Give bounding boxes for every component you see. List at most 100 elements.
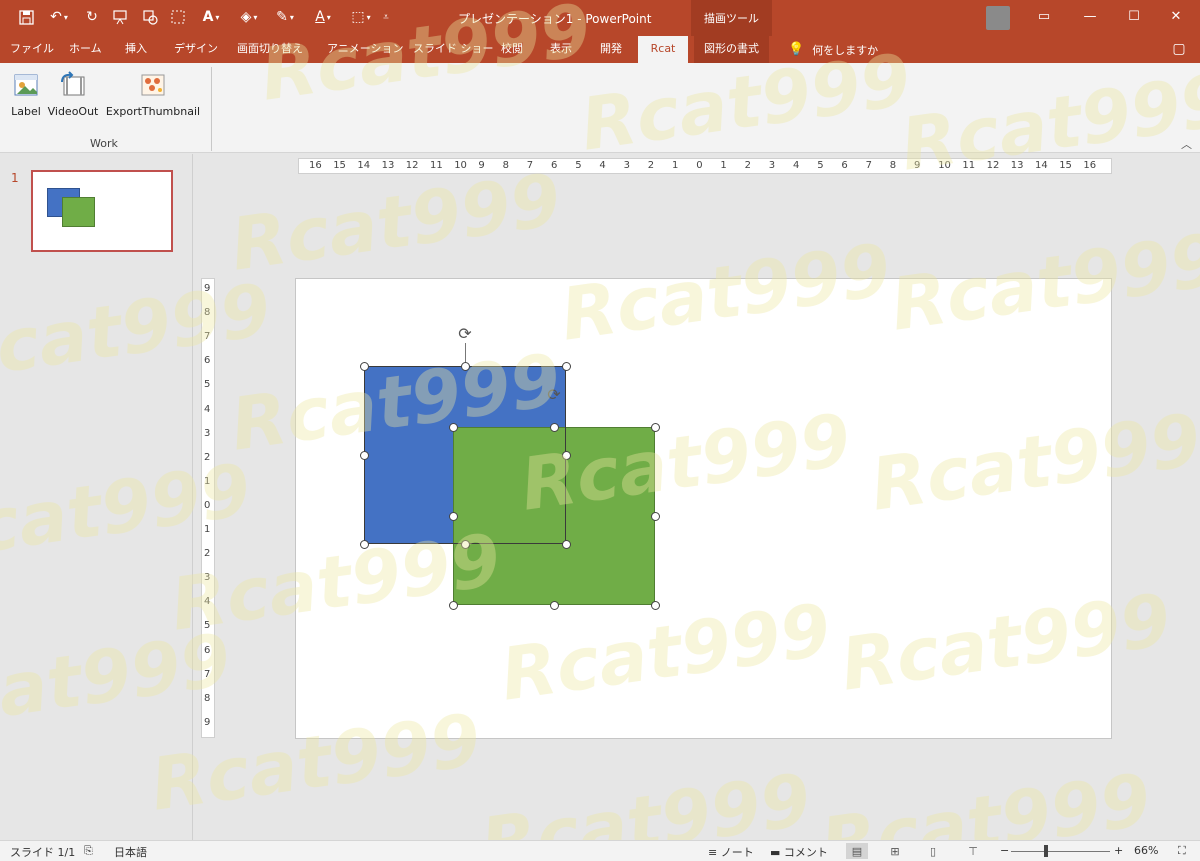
comments-icon[interactable]: ▢	[1168, 39, 1190, 59]
green-resize-handle-e[interactable]	[651, 512, 660, 521]
collapse-ribbon-icon[interactable]: ︿	[1181, 136, 1192, 152]
tab-design[interactable]: デザイン	[164, 36, 228, 63]
ruler-tick-label: 7	[865, 160, 872, 171]
blue-resize-handle-nw[interactable]	[360, 362, 369, 371]
tell-me-search[interactable]: 💡 何をしますか	[788, 36, 878, 63]
text-color-icon[interactable]: A ▾	[308, 6, 338, 28]
tab-shape-format[interactable]: 図形の書式	[694, 36, 769, 63]
ruler-tick-label: 2	[744, 160, 751, 171]
green-resize-handle-ne[interactable]	[651, 423, 660, 432]
slide-indicator[interactable]: スライド 1/1	[10, 844, 75, 860]
tab-view[interactable]: 表示	[540, 36, 582, 63]
green-resize-handle-s[interactable]	[550, 601, 559, 610]
green-rotate-handle-icon[interactable]: ⟳	[544, 384, 564, 404]
ruler-tick-label: 0	[204, 499, 211, 511]
ruler-tick-label: 9	[478, 160, 485, 171]
label-button[interactable]: Label	[8, 68, 44, 123]
pen-icon[interactable]: ✎ ▾	[270, 6, 300, 28]
window-title: プレゼンテーション1 - PowerPoint	[458, 12, 652, 26]
tab-slideshow[interactable]: スライド ショー	[403, 36, 504, 63]
zoom-slider-thumb[interactable]	[1043, 845, 1048, 857]
shape-icon[interactable]	[138, 6, 162, 28]
ruler-tick-label: 10	[454, 160, 467, 171]
blue-resize-handle-e[interactable]	[562, 451, 571, 460]
ruler-tick-label: 6	[551, 160, 558, 171]
accessibility-check-icon[interactable]: ⎘	[84, 844, 93, 858]
blue-resize-handle-n[interactable]	[461, 362, 470, 371]
green-rectangle[interactable]	[453, 427, 655, 605]
slide-thumbnail[interactable]	[31, 170, 173, 252]
select-icon[interactable]: ⬚ ▾	[346, 6, 376, 28]
close-button[interactable]: ✕	[1162, 4, 1190, 28]
blue-rotate-handle-icon[interactable]: ⟳	[455, 323, 475, 343]
blue-resize-handle-sw[interactable]	[360, 540, 369, 549]
horizontal-ruler: 16 15 14 13 12 11 10 9 8 7 6 5 4 3 2 1 0 1 2 3 4 5 6 7 8 9 10 11 12 1…	[298, 158, 1112, 174]
slideshow-view-button[interactable]: ⊤	[962, 843, 984, 859]
vertical-ruler: 9 8 7 6 5 4 3 2 1 0 1 2 3 4 5 6 7 8 9	[201, 278, 215, 738]
ruler-tick-label: 4	[204, 403, 211, 415]
blue-resize-handle-se[interactable]	[562, 540, 571, 549]
tab-transitions[interactable]: 画面切り替え	[227, 36, 313, 63]
ruler-tick-label: 3	[204, 572, 211, 584]
tab-developer[interactable]: 開発	[590, 36, 632, 63]
ruler-tick-label: 14	[1035, 160, 1048, 171]
ruler-tick-label: 12	[986, 160, 1000, 171]
tab-insert[interactable]: 挿入	[115, 36, 157, 63]
slide-editing-area: 16 15 14 13 12 11 10 9 8 7 6 5 4 3 2 1 0 1 2 3 4 5 6 7 8 9 10 11 12 1…	[194, 154, 1200, 840]
reading-view-button[interactable]: ▯	[922, 843, 944, 859]
font-color-icon[interactable]: A ▾	[196, 6, 226, 28]
tab-rcat[interactable]: Rcat	[638, 36, 688, 63]
slide-thumbnail-pane: 1	[0, 154, 193, 840]
select-objects-icon[interactable]	[166, 6, 190, 28]
ruler-tick-label: 1	[720, 160, 727, 171]
redo-icon[interactable]: ↻	[80, 6, 104, 28]
ruler-tick-label: 4	[599, 160, 606, 171]
green-resize-handle-nw[interactable]	[449, 423, 458, 432]
ribbon-display-options-icon[interactable]: ▭	[1030, 4, 1058, 28]
status-bar: スライド 1/1 ⎘ 日本語 ≡ ノート ▬ コメント ▤ ⊞ ▯ ⊤ − + …	[0, 840, 1200, 861]
green-resize-handle-w[interactable]	[449, 512, 458, 521]
notes-button[interactable]: ≡ ノート	[708, 844, 754, 860]
zoom-in-button[interactable]: +	[1114, 844, 1123, 857]
language-indicator[interactable]: 日本語	[114, 844, 147, 860]
fit-to-window-icon[interactable]: ⛶	[1178, 844, 1186, 858]
minimize-button[interactable]: —	[1076, 4, 1104, 28]
green-resize-handle-n[interactable]	[550, 423, 559, 432]
slide-canvas[interactable]: ⟳ ⟳	[295, 278, 1112, 739]
zoom-out-button[interactable]: −	[1000, 844, 1009, 857]
comments-button[interactable]: ▬ コメント	[770, 844, 828, 860]
tab-home[interactable]: ホーム	[59, 36, 112, 63]
ruler-tick-label: 6	[204, 644, 211, 656]
export-thumbnail-button[interactable]: ExportThumbnail	[104, 68, 202, 123]
ruler-tick-label: 10	[938, 160, 951, 171]
ruler-tick-label: 8	[204, 307, 211, 319]
tab-animations[interactable]: アニメーション	[317, 36, 414, 63]
tab-review[interactable]: 校閲	[491, 36, 533, 63]
maximize-button[interactable]: ☐	[1120, 4, 1148, 28]
blue-resize-handle-ne[interactable]	[562, 362, 571, 371]
fill-color-icon[interactable]: ◈ ▾	[234, 6, 264, 28]
ruler-tick-label: 4	[204, 596, 211, 608]
green-resize-handle-sw[interactable]	[449, 601, 458, 610]
drawing-tools-label: 描画ツール	[691, 0, 772, 36]
ruler-tick-label: 12	[405, 160, 419, 171]
tell-me-label: 何をしますか	[812, 43, 879, 57]
tab-file[interactable]: ファイル	[0, 36, 64, 63]
zoom-level[interactable]: 66%	[1134, 844, 1158, 857]
ruler-tick-label: 1	[204, 475, 211, 487]
blue-resize-handle-w[interactable]	[360, 451, 369, 460]
green-resize-handle-se[interactable]	[651, 601, 660, 610]
avatar[interactable]	[986, 6, 1010, 30]
normal-view-button[interactable]: ▤	[846, 843, 868, 859]
customize-icon[interactable]: ⩡	[374, 6, 398, 28]
undo-icon[interactable]: ↶ ▾	[44, 6, 74, 28]
ruler-tick-label: 15	[333, 160, 346, 171]
videoout-button[interactable]: VideoOut	[46, 68, 100, 123]
ruler-tick-label: 1	[204, 524, 211, 535]
presenter-icon[interactable]	[108, 6, 132, 28]
zoom-slider[interactable]	[1011, 851, 1110, 852]
ruler-tick-label: 8	[502, 160, 509, 171]
slide-sorter-button[interactable]: ⊞	[884, 843, 906, 859]
save-icon[interactable]	[14, 6, 38, 28]
blue-resize-handle-s[interactable]	[461, 540, 470, 549]
